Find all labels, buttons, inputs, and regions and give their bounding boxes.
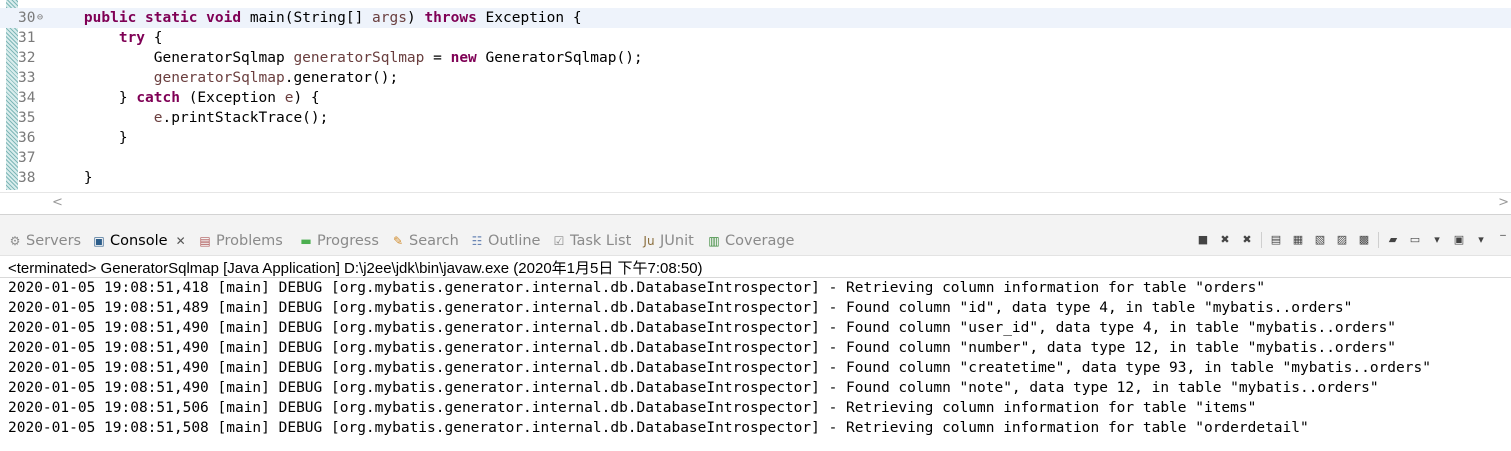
code-line[interactable]: 35 e.printStackTrace(); (0, 108, 1511, 128)
views-panel: ⚙ Servers ▣ Console ✕ ▤ Problems ▬ Progress ✎ Sear… (0, 214, 1511, 451)
display-dropdown-button[interactable]: ▾ (1429, 232, 1445, 248)
junit-icon: Ju (643, 234, 655, 248)
tab-outline[interactable]: ☷ Outline (470, 231, 541, 251)
tab-label: Search (409, 233, 459, 249)
toolbar-separator (1261, 232, 1262, 248)
console-line: 2020-01-05 19:08:51,490 [main] DEBUG [or… (8, 360, 1431, 376)
word-wrap-button[interactable]: ▧ (1312, 232, 1328, 248)
scroll-lock-button[interactable]: ▦ (1290, 232, 1306, 248)
code-text: public static void main(String[] args) t… (83, 10, 582, 26)
view-tab-bar: ⚙ Servers ▣ Console ✕ ▤ Problems ▬ Progress ✎ Sear… (0, 215, 1511, 256)
line-number: 34 (18, 90, 36, 106)
task-list-icon: ☑ (553, 234, 565, 248)
tab-label: Task List (570, 233, 632, 249)
line-number: 31 (18, 30, 36, 46)
problems-icon: ▤ (199, 234, 211, 248)
open-console-button[interactable]: ▣ (1451, 232, 1467, 248)
tab-search[interactable]: ✎ Search (391, 231, 459, 251)
line-number: 32 (18, 50, 36, 66)
clear-console-button[interactable]: ▤ (1268, 232, 1284, 248)
line-number: 33 (18, 70, 36, 86)
editor-horizontal-scrollbar[interactable]: < > (0, 192, 1511, 213)
console-line: 2020-01-05 19:08:51,489 [main] DEBUG [or… (8, 300, 1353, 316)
code-line[interactable]: 37 (0, 148, 1511, 168)
toolbar-separator (1378, 232, 1379, 248)
tab-label: Console (110, 233, 168, 249)
tab-label: Servers (26, 233, 82, 249)
tab-label: Outline (488, 233, 541, 249)
show-on-stdout-button[interactable]: ▨ (1334, 232, 1350, 248)
tab-label: JUnit (660, 233, 694, 249)
servers-icon: ⚙ (9, 234, 21, 248)
progress-icon: ▬ (300, 234, 312, 248)
code-line[interactable]: 32 GeneratorSqlmap generatorSqlmap = new… (0, 48, 1511, 68)
code-line[interactable]: 36 } (0, 128, 1511, 148)
search-icon: ✎ (392, 234, 404, 248)
line-number: 35 (18, 110, 36, 126)
open-console-dropdown-button[interactable]: ▾ (1473, 232, 1489, 248)
tab-label: Progress (317, 233, 379, 249)
tab-servers[interactable]: ⚙ Servers (8, 231, 82, 251)
console-output[interactable]: 2020-01-05 19:08:51,418 [main] DEBUG [or… (8, 278, 1431, 438)
fold-collapse-icon[interactable]: ⊖ (37, 8, 43, 28)
tab-label: Coverage (725, 233, 795, 249)
tab-problems[interactable]: ▤ Problems (198, 231, 283, 251)
console-line: 2020-01-05 19:08:51,490 [main] DEBUG [or… (8, 340, 1397, 356)
code-text: try { (118, 30, 163, 46)
console-icon: ▣ (93, 234, 105, 248)
code-line[interactable]: 31 try { (0, 28, 1511, 48)
line-number: 36 (18, 130, 36, 146)
console-line: 2020-01-05 19:08:51,508 [main] DEBUG [or… (8, 420, 1309, 436)
coverage-icon: ▥ (708, 234, 720, 248)
tab-console[interactable]: ▣ Console ✕ (92, 231, 186, 251)
scroll-right-icon[interactable]: > (1498, 195, 1509, 210)
show-on-stderr-button[interactable]: ▩ (1356, 232, 1372, 248)
console-toolbar: ■ ✖ ✖ ▤ ▦ ▧ ▨ ▩ ▰ ▭ ▾ ▣ ▾ ‾ (1195, 228, 1511, 252)
code-line[interactable]: 30 ⊖ public static void main(String[] arg… (0, 8, 1511, 28)
code-text: e.printStackTrace(); (153, 110, 329, 126)
tab-task-list[interactable]: ☑ Task List (552, 231, 632, 251)
console-line: 2020-01-05 19:08:51,506 [main] DEBUG [or… (8, 400, 1257, 416)
code-text: } (49, 130, 128, 146)
tab-coverage[interactable]: ▥ Coverage (707, 231, 794, 251)
code-line[interactable]: 33 generatorSqlmap.generator(); (0, 68, 1511, 88)
code-text: } catch (Exception e) { (49, 90, 320, 106)
console-line: 2020-01-05 19:08:51,490 [main] DEBUG [or… (8, 320, 1397, 336)
pin-console-button[interactable]: ▰ (1385, 232, 1401, 248)
outline-icon: ☷ (471, 234, 483, 248)
code-line[interactable]: 38 } (0, 168, 1511, 188)
display-selected-console-button[interactable]: ▭ (1407, 232, 1423, 248)
terminate-button[interactable]: ■ (1195, 232, 1211, 248)
console-line: 2020-01-05 19:08:51,490 [main] DEBUG [or… (8, 380, 1379, 396)
code-text: generatorSqlmap.generator(); (153, 70, 399, 86)
code-line[interactable]: 34 } catch (Exception e) { (0, 88, 1511, 108)
line-number: 37 (18, 150, 36, 166)
scroll-left-icon[interactable]: < (52, 195, 63, 210)
code-editor[interactable]: 30 ⊖ public static void main(String[] arg… (0, 0, 1511, 213)
code-text: GeneratorSqlmap generatorSqlmap = new Ge… (49, 50, 643, 66)
tab-progress[interactable]: ▬ Progress (299, 231, 379, 251)
line-number: 38 (18, 170, 36, 186)
close-tab-icon[interactable]: ✕ (176, 234, 186, 248)
remove-launch-button[interactable]: ✖ (1217, 232, 1233, 248)
tab-junit[interactable]: Ju JUnit (642, 231, 694, 251)
code-text: } (49, 170, 93, 186)
minimize-button[interactable]: ‾ (1495, 232, 1511, 248)
console-line: 2020-01-05 19:08:51,418 [main] DEBUG [or… (8, 280, 1266, 296)
tab-label: Problems (216, 233, 283, 249)
console-process-header: <terminated> GeneratorSqlmap [Java Appli… (8, 260, 703, 277)
remove-all-terminated-button[interactable]: ✖ (1239, 232, 1255, 248)
